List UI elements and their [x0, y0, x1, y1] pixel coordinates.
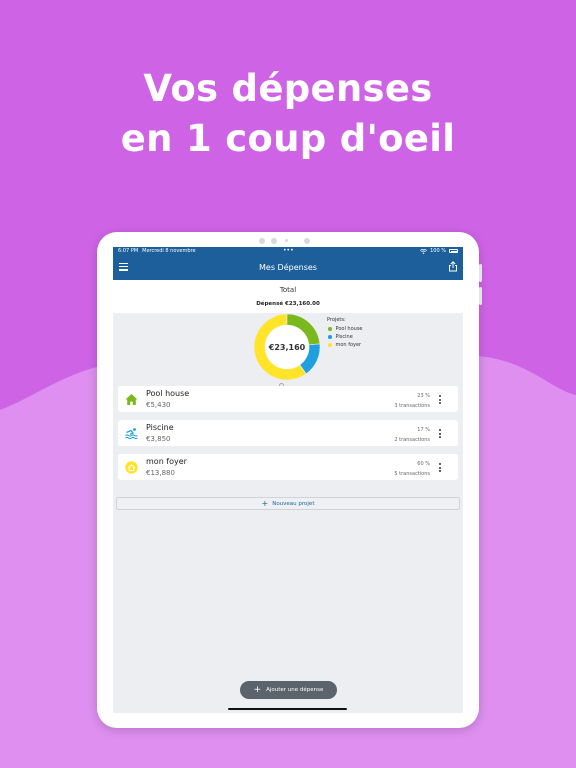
legend-label: Piscine [335, 334, 353, 340]
add-expense-button[interactable]: + Ajouter une dépense [240, 681, 337, 699]
more-options-icon[interactable] [439, 429, 442, 439]
legend-item-mon-foyer: mon foyer [328, 342, 363, 348]
legend-dot [328, 335, 332, 339]
project-percent: 60 % [417, 461, 430, 467]
project-amount: €13,880 [146, 469, 175, 477]
plus-icon: + [261, 498, 269, 508]
project-name: mon foyer [146, 457, 187, 466]
total-card: Total Dépensé €23,160.00 [113, 280, 463, 313]
project-percent: 23 % [417, 393, 430, 399]
legend-label: Pool house [335, 326, 363, 332]
project-card-piscine[interactable]: Piscine €3,850 17 % 2 transactions [118, 420, 458, 446]
project-name: Piscine [146, 423, 174, 432]
add-expense-label: Ajouter une dépense [266, 687, 324, 693]
volume-up-button [479, 264, 482, 282]
project-transactions: 2 transactions [394, 437, 430, 443]
wifi-icon [420, 248, 428, 254]
more-options-icon[interactable] [439, 395, 442, 405]
donut-center-value: €23,160 [268, 343, 306, 352]
hamburger-menu-icon[interactable] [119, 263, 128, 273]
project-transactions: 3 transactions [394, 403, 430, 409]
status-date: Mercredi 8 novembre [142, 248, 196, 254]
new-project-label: Nouveau projet [272, 500, 315, 507]
more-options-icon[interactable] [439, 463, 442, 473]
project-transactions: 5 transactions [394, 471, 430, 477]
home-indicator[interactable] [228, 708, 347, 710]
project-percent: 17 % [417, 427, 430, 433]
home-circle-icon [125, 461, 138, 474]
project-card-pool-house[interactable]: Pool house €5,430 23 % 3 transactions [118, 386, 458, 412]
battery-percent: 100 % [430, 248, 446, 254]
legend-item-piscine: Piscine [328, 334, 363, 340]
legend-label: mon foyer [335, 342, 362, 348]
nav-bar: Mes Dépenses [113, 255, 463, 280]
legend-title: Projets: [327, 317, 346, 323]
legend-dot [328, 343, 332, 347]
battery-icon [449, 249, 458, 253]
app-screen: 6:07 PM Mercredi 8 novembre ••• 100 % Me… [113, 247, 463, 713]
total-title: Total [279, 286, 297, 294]
expenses-donut-chart[interactable]: €23,160 [253, 313, 321, 381]
chart-legend: Projets: Pool house Piscine mon foyer [327, 317, 363, 350]
legend-item-pool-house: Pool house [328, 326, 363, 332]
status-time: 6:07 PM [118, 248, 139, 254]
project-name: Pool house [146, 389, 190, 398]
project-amount: €5,430 [146, 401, 171, 409]
headline: Vos dépenses en 1 coup d'oeil [0, 64, 576, 164]
volume-down-button [479, 287, 482, 305]
chart-area: €23,160 Projets: Pool house Piscine mon … [113, 313, 463, 388]
multitasking-dots-icon[interactable]: ••• [283, 247, 294, 254]
project-card-mon-foyer[interactable]: mon foyer €13,880 60 % 5 transactions [118, 454, 458, 480]
project-list: Pool house €5,430 23 % 3 transactions Pi… [118, 386, 458, 488]
share-icon[interactable] [448, 261, 458, 272]
project-amount: €3,850 [146, 435, 171, 443]
total-spent: Dépensé €23,160.00 [256, 301, 320, 307]
legend-dot [328, 327, 332, 331]
tablet-camera [97, 237, 479, 245]
nav-title: Mes Dépenses [259, 263, 317, 272]
swimming-pool-icon [125, 428, 138, 440]
plus-icon: + [253, 684, 262, 695]
status-bar: 6:07 PM Mercredi 8 novembre ••• 100 % [113, 247, 463, 255]
tablet-frame: 6:07 PM Mercredi 8 novembre ••• 100 % Me… [97, 232, 482, 728]
headline-line-1: Vos dépenses [143, 67, 433, 110]
house-icon [125, 394, 138, 405]
headline-line-2: en 1 coup d'oeil [120, 117, 456, 160]
new-project-button[interactable]: + Nouveau projet [116, 497, 460, 510]
